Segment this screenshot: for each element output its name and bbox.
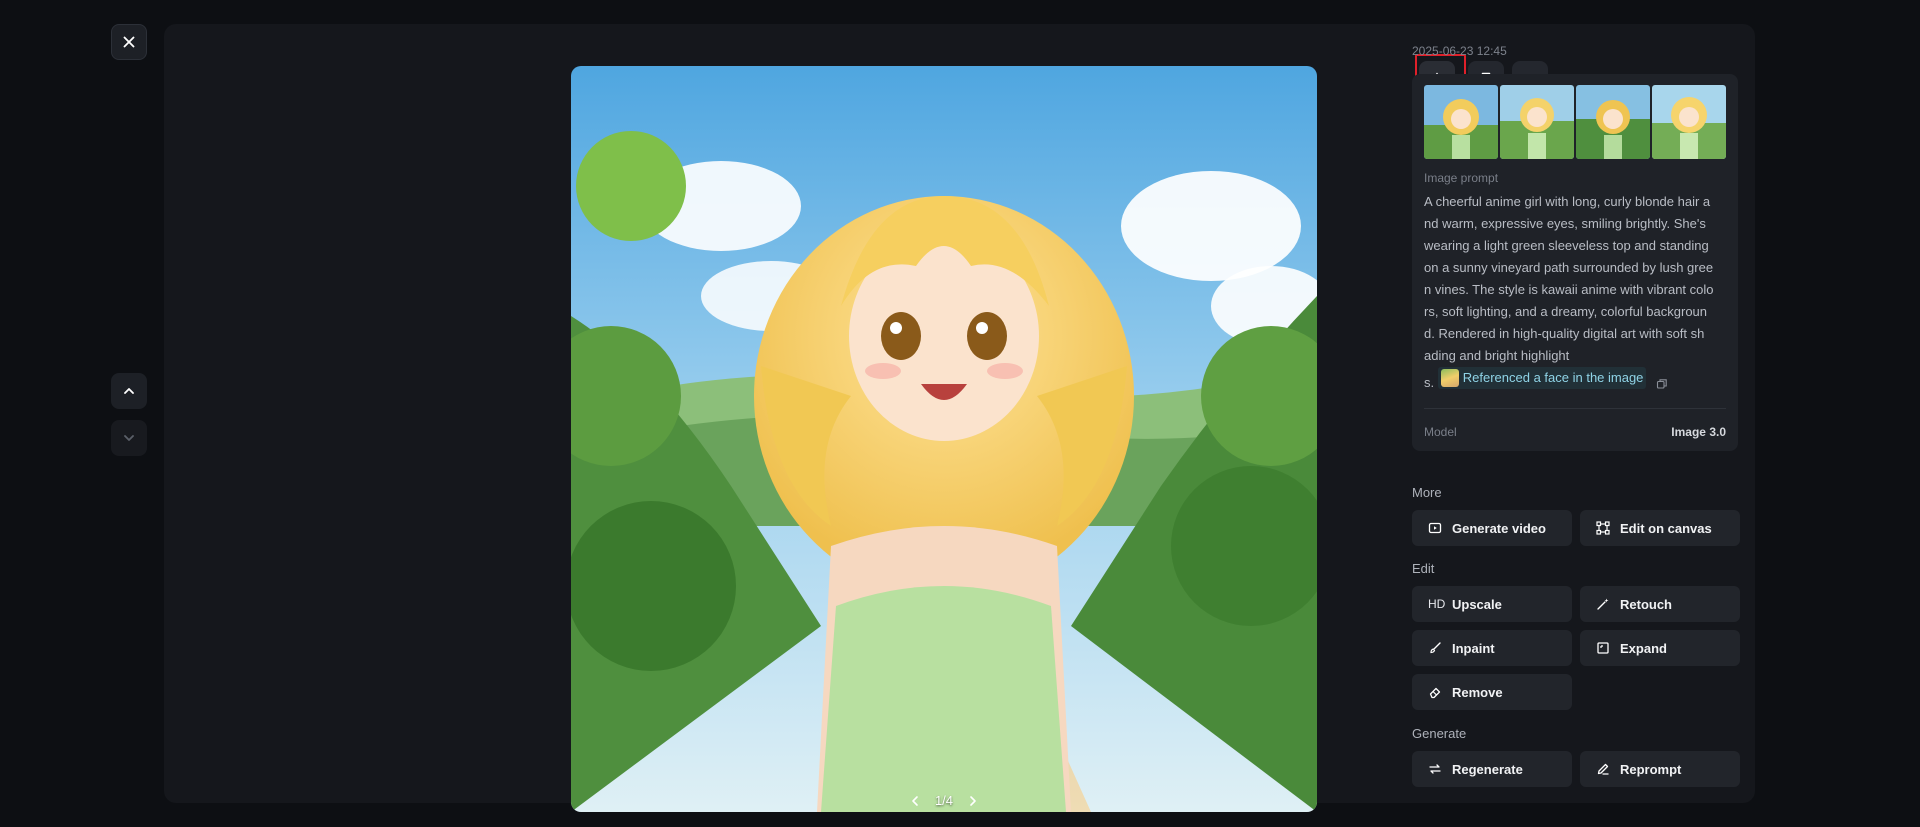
pencil-icon <box>1597 763 1609 775</box>
reprompt-button[interactable]: Reprompt <box>1580 751 1740 787</box>
prompt-line: n vines. The style is kawaii anime with … <box>1424 282 1714 297</box>
edit-on-canvas-button[interactable]: Edit on canvas <box>1580 510 1740 546</box>
edit-on-canvas-label: Edit on canvas <box>1620 520 1712 536</box>
video-icon <box>1428 522 1442 534</box>
reprompt-label: Reprompt <box>1620 761 1682 777</box>
prompt-line: ading and bright highlight <box>1424 348 1570 363</box>
edit-section-title: Edit <box>1412 561 1435 576</box>
reference-chip-label: Referenced a face in the image <box>1462 370 1644 385</box>
generate-section: Generate Regenerate Reprompt <box>1412 726 1740 787</box>
thumbnail-4[interactable] <box>1652 85 1726 159</box>
prompt-text: A cheerful anime girl with long, curly b… <box>1424 191 1726 394</box>
previous-image-button[interactable] <box>111 373 147 409</box>
prompt-line: on a sunny vineyard path surrounded by l… <box>1424 260 1714 275</box>
regenerate-label: Regenerate <box>1452 761 1523 777</box>
retouch-label: Retouch <box>1620 596 1672 612</box>
prompt-line: A cheerful anime girl with long, curly b… <box>1424 194 1711 209</box>
divider <box>1424 408 1726 409</box>
canvas-icon <box>1596 521 1610 535</box>
inpaint-button[interactable]: Inpaint <box>1412 630 1572 666</box>
pager-count: 1/4 <box>934 793 954 808</box>
reference-avatar <box>1440 369 1459 387</box>
chevron-down-icon <box>124 435 134 441</box>
magic-wand-icon <box>1597 598 1609 610</box>
chevron-up-icon <box>124 388 134 394</box>
reference-face-chip[interactable]: Referenced a face in the image <box>1437 367 1647 389</box>
model-label: Model <box>1424 425 1457 439</box>
prompt-line: nd warm, expressive eyes, smiling bright… <box>1424 216 1706 231</box>
retouch-button[interactable]: Retouch <box>1580 586 1740 622</box>
prompt-tail: s. <box>1424 375 1435 390</box>
generated-image[interactable]: 1/4 <box>571 66 1317 812</box>
generate-video-label: Generate video <box>1452 520 1546 536</box>
remove-label: Remove <box>1452 684 1503 700</box>
viewer-panel: 1/4 2025-06-23 12:45 Image prompt A chee… <box>164 24 1755 812</box>
thumbnail-strip <box>1424 85 1726 159</box>
next-image-button[interactable] <box>111 420 147 456</box>
eraser-icon <box>1429 687 1441 699</box>
generate-video-button[interactable]: Generate video <box>1412 510 1572 546</box>
timestamp: 2025-06-23 12:45 <box>1412 44 1507 58</box>
inpaint-label: Inpaint <box>1452 640 1495 656</box>
refresh-icon <box>1429 764 1441 774</box>
close-icon <box>123 36 135 48</box>
image-pager: 1/4 <box>571 793 1317 808</box>
thumbnail-1[interactable] <box>1424 85 1498 159</box>
anime-girl-vineyard-image <box>571 66 1317 812</box>
brush-icon <box>1430 642 1441 654</box>
upscale-label: Upscale <box>1452 596 1502 612</box>
prompt-line-last: s. Referenced a face in the image <box>1424 367 1726 394</box>
edit-section: Edit HD Upscale Retouch Inpaint Expand R… <box>1412 561 1740 710</box>
prompt-line: rs, soft lighting, and a dreamy, colorfu… <box>1424 304 1708 319</box>
prompt-line: wearing a light green sleeveless top and… <box>1424 238 1709 253</box>
hd-icon: HD <box>1428 597 1446 611</box>
chevron-left-icon[interactable] <box>909 795 921 807</box>
expand-button[interactable]: Expand <box>1580 630 1740 666</box>
expand-icon <box>1597 642 1609 654</box>
remove-button[interactable]: Remove <box>1412 674 1572 710</box>
thumbnail-3[interactable] <box>1576 85 1650 159</box>
chevron-right-icon[interactable] <box>967 795 979 807</box>
more-section-title: More <box>1412 485 1442 500</box>
thumbnail-2[interactable] <box>1500 85 1574 159</box>
generate-section-title: Generate <box>1412 726 1467 741</box>
more-section: More Generate video Edit on canvas <box>1412 485 1740 546</box>
details-sidebar: 2025-06-23 12:45 Image prompt A cheerful… <box>1412 44 1740 787</box>
model-value: Image 3.0 <box>1671 425 1726 439</box>
upscale-button[interactable]: HD Upscale <box>1412 586 1572 622</box>
expand-label: Expand <box>1620 640 1667 656</box>
prompt-label: Image prompt <box>1424 171 1499 185</box>
prompt-card: Image prompt A cheerful anime girl with … <box>1412 74 1738 451</box>
close-button[interactable] <box>111 24 147 60</box>
prompt-line: d. Rendered in high-quality digital art … <box>1424 326 1705 341</box>
regenerate-button[interactable]: Regenerate <box>1412 751 1572 787</box>
model-row: Model Image 3.0 <box>1424 425 1726 439</box>
copy-icon[interactable] <box>1656 378 1668 390</box>
